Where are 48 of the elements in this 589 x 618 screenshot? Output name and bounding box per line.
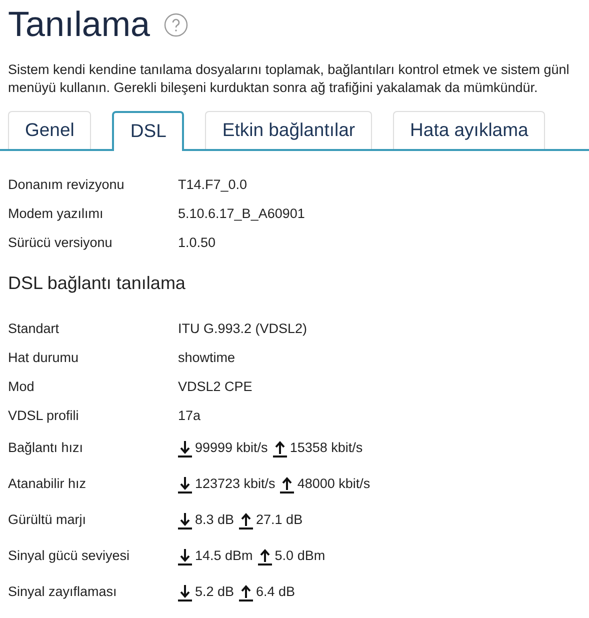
field-label: Donanım revizyonu: [8, 176, 126, 194]
field-value: 123723 kbit/s: [195, 475, 276, 494]
field-label: Hat durumu: [8, 348, 80, 367]
upload-arrow-icon: [239, 512, 254, 530]
download-arrow-icon: [178, 440, 192, 458]
download-arrow-icon: [178, 584, 192, 602]
field-label: Gürültü marjı: [8, 511, 88, 530]
field-label: Sinyal gücü seviyesi: [8, 547, 131, 566]
field-label: Mod: [8, 378, 36, 396]
field-value: 5.2 dB: [195, 583, 234, 602]
field-value: 8.3 dB: [195, 511, 234, 530]
field-label: Bağlantı hızı: [8, 439, 84, 458]
upload-arrow-icon: [280, 476, 294, 494]
help-icon[interactable]: [164, 13, 188, 38]
tab[interactable]: Genel: [8, 110, 92, 148]
field-label: Atanabilir hız: [8, 475, 88, 494]
upload-arrow-icon: [239, 584, 254, 602]
field-value: 17a: [178, 406, 201, 425]
tab[interactable]: Etkin bağlantılar: [205, 110, 372, 148]
field-label: Standart: [8, 320, 60, 338]
page-title: Tanılama: [8, 6, 150, 44]
field-label: VDSL profili: [8, 406, 80, 425]
field-value: VDSL2 CPE: [178, 378, 252, 396]
field-value: 5.10.6.17_B_A60901: [178, 204, 305, 223]
field-value: 1.0.50: [178, 234, 216, 252]
field-value: 99999 kbit/s: [195, 439, 268, 458]
field-value: 27.1 dB: [256, 511, 303, 530]
field-value: T14.F7_0.0: [178, 176, 248, 194]
field-label: Modem yazılımı: [8, 204, 104, 223]
download-arrow-icon: [178, 512, 192, 530]
tab[interactable]: DSL: [112, 110, 184, 150]
upload-arrow-icon: [258, 548, 272, 566]
field-value: 48000 kbit/s: [297, 475, 370, 494]
field-label: Sürücü versiyonu: [8, 234, 114, 252]
field-value: 14.5 dBm: [195, 547, 253, 566]
field-value: showtime: [178, 348, 236, 367]
field-value: 6.4 dB: [256, 583, 296, 602]
field-value: 15358 kbit/s: [290, 439, 363, 458]
description-text: menüyü kullanın. Gerekli bileşeni kurduktan sonra ağ trafiğini yakalamak da mümkündür.: [8, 78, 539, 96]
tab[interactable]: Hata ayıklama: [393, 110, 546, 148]
download-arrow-icon: [178, 548, 192, 566]
field-value: 5.0 dBm: [274, 547, 326, 566]
field-value: ITU G.993.2 (VDSL2): [178, 320, 308, 338]
section-heading: DSL bağlantı tanılama: [8, 272, 186, 295]
description-text: Sistem kendi kendine tanılama dosyalarını toplamak, bağlantıları kontrol etmek ve sistem günl: [8, 60, 570, 78]
field-label: Sinyal zayıflaması: [8, 583, 118, 602]
download-arrow-icon: [178, 476, 192, 494]
upload-arrow-icon: [272, 440, 287, 458]
